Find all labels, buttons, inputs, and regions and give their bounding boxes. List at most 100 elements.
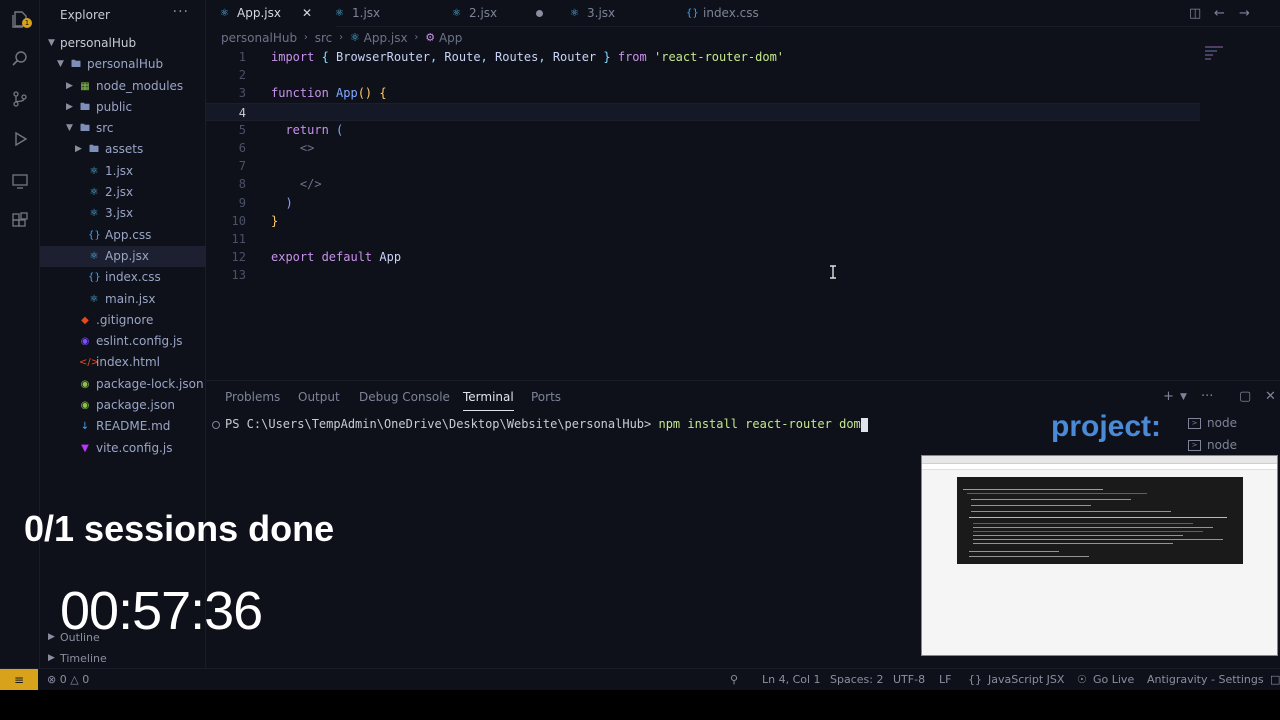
breadcrumb-item[interactable]: App.jsx [364, 31, 408, 45]
breadcrumb-item[interactable]: src [315, 31, 333, 45]
breadcrumb-item[interactable]: App [439, 31, 462, 45]
tree-item[interactable]: ⚛ 3.jsx [40, 203, 206, 224]
maximize-panel-icon[interactable]: ▢ [1239, 389, 1251, 404]
code-line[interactable]: 10} [206, 212, 1206, 230]
tab-label: 3.jsx [587, 6, 616, 20]
code-line[interactable]: 4 [206, 102, 1200, 121]
code-line[interactable]: 7 [206, 157, 1206, 175]
tree-item[interactable]: ◉ eslint.config.js [40, 331, 206, 352]
tab-2-jsx[interactable]: ⚛ 2.jsx [438, 0, 553, 27]
react-icon: ⚛ [89, 250, 99, 262]
extension-status[interactable]: Antigravity - Settings [1147, 669, 1264, 691]
encoding[interactable]: UTF-8 [893, 669, 925, 691]
extensions-icon[interactable] [11, 212, 29, 230]
eslint-icon: ◉ [80, 336, 90, 348]
tab-ports[interactable]: Ports [531, 390, 561, 404]
notifications-icon[interactable]: □ [1270, 669, 1280, 691]
indentation[interactable]: Spaces: 2 [830, 669, 883, 691]
tab-index-css[interactable]: {} index.css [672, 0, 787, 27]
close-icon[interactable]: ✕ [302, 0, 312, 27]
end-of-line[interactable]: LF [939, 669, 951, 691]
code-text: export default App [271, 250, 402, 265]
run-debug-icon[interactable] [11, 130, 29, 148]
code-text: <> [271, 141, 315, 155]
terminal-line[interactable]: PS C:\Users\TempAdmin\OneDrive\Desktop\W… [212, 417, 868, 432]
new-terminal-icon[interactable]: + [1163, 389, 1174, 404]
unsaved-dot-icon[interactable] [536, 10, 543, 17]
cursor-position[interactable]: Ln 4, Col 1 [762, 669, 821, 691]
terminal-icon: > [1188, 418, 1201, 429]
tab-app-jsx[interactable]: ⚛ App.jsx ✕ [206, 0, 336, 27]
code-line[interactable]: 1 import { BrowserRouter, Route, Routes, … [206, 48, 1206, 66]
tree-item[interactable]: ▼ 🖿 src [40, 118, 206, 139]
code-line[interactable]: 11 [206, 230, 1206, 248]
code-line[interactable]: 3 function App() { [206, 84, 1206, 102]
arrow-left-icon[interactable]: ← [1214, 6, 1225, 21]
tree-item[interactable]: ◉ package.json [40, 395, 206, 416]
tree-item[interactable]: ▼ vite.config.js [40, 438, 206, 459]
tree-item[interactable]: ⚛ App.jsx [40, 245, 206, 268]
tab-label: 2.jsx [469, 6, 498, 20]
tree-item[interactable]: ◆ .gitignore [40, 310, 206, 331]
tab-output[interactable]: Output [298, 390, 340, 404]
code-line[interactable]: 9 ) [206, 194, 1206, 212]
terminal-instance[interactable]: > node [1188, 438, 1278, 452]
minimap[interactable] [1205, 46, 1225, 66]
line-number: 13 [231, 268, 246, 283]
tree-item[interactable]: ⚛ main.jsx [40, 289, 206, 310]
search-icon[interactable] [11, 50, 29, 68]
code-line[interactable]: 8 </> [206, 175, 1206, 193]
close-panel-icon[interactable]: ✕ [1265, 389, 1276, 404]
timeline-label: Timeline [60, 652, 107, 665]
timer-overlay: 00:57:36 [60, 581, 263, 641]
tree-item-label: personalHub [87, 57, 164, 72]
split-editor-icon[interactable]: ◫ [1189, 6, 1201, 21]
tree-item[interactable]: ⚛ 2.jsx [40, 182, 206, 203]
zoom-icon[interactable]: ⚲ [730, 669, 738, 691]
chevron-down-icon: ▼ [57, 59, 64, 70]
tab-problems[interactable]: Problems [225, 390, 280, 404]
tree-item[interactable]: ▶ 🖿 assets [40, 139, 206, 160]
tree-item[interactable]: ▶ 🖿 public [40, 97, 206, 118]
remote-explorer-icon[interactable] [11, 172, 29, 190]
chevron-down-icon[interactable]: ▼ [1180, 392, 1187, 402]
more-actions-icon[interactable]: ··· [1201, 389, 1213, 404]
code-line[interactable]: 13 [206, 266, 1206, 284]
tree-item[interactable]: </> index.html [40, 352, 206, 373]
arrow-right-icon[interactable]: → [1239, 6, 1250, 21]
tree-item[interactable]: ▶ ▦ node_modules [40, 76, 206, 97]
tree-item[interactable]: ▼ personalHub [40, 33, 206, 54]
code-line[interactable]: 6 <> [206, 139, 1206, 157]
source-control-icon[interactable] [11, 90, 29, 108]
tree-item[interactable]: ↓ README.md [40, 416, 206, 437]
folder-icon: 🖿 [80, 101, 90, 113]
editor-tabs: ◫ ← → ⚛ App.jsx ✕ ⚛ 1.jsx ⚛ 2.jsx ⚛ 3.jsx {} index… [206, 0, 1280, 27]
tab-terminal[interactable]: Terminal [463, 390, 514, 411]
go-live-button[interactable]: Go Live [1093, 669, 1134, 691]
code-line[interactable]: 5 return ( [206, 121, 1206, 139]
breadcrumb: personalHub › src › ⚛ App.jsx › ⚙ App [221, 30, 462, 46]
errors-status[interactable]: ⊗ 0 △ 0 [47, 669, 89, 691]
breadcrumb-item[interactable]: personalHub [221, 31, 297, 45]
css-icon: {} [88, 272, 101, 284]
code-line[interactable]: 12 export default App [206, 248, 1206, 266]
tab-1-jsx[interactable]: ⚛ 1.jsx [321, 0, 421, 27]
tree-item[interactable]: {} index.css [40, 267, 206, 288]
code-editor[interactable]: 1 import { BrowserRouter, Route, Routes, … [206, 48, 1280, 378]
tree-item[interactable]: ▼ 🖿 personalHub [40, 54, 206, 75]
tree-item[interactable]: ⚛ 1.jsx [40, 161, 206, 182]
terminal-prompt: PS C:\Users\TempAdmin\OneDrive\Desktop\W… [225, 417, 659, 431]
line-number: 5 [238, 122, 246, 137]
tree-item[interactable]: {} App.css [40, 225, 206, 246]
tree-item[interactable]: ◉ package-lock.json [40, 374, 206, 395]
more-actions-icon[interactable]: ··· [173, 4, 189, 20]
tab-3-jsx[interactable]: ⚛ 3.jsx [556, 0, 671, 27]
timeline-section[interactable]: ▶ Timeline [40, 648, 206, 669]
language-mode[interactable]: JavaScript JSX [988, 669, 1064, 691]
terminal-icon: > [1188, 440, 1201, 451]
code-line[interactable]: 2 [206, 66, 1206, 84]
sessions-overlay: 0/1 sessions done [24, 508, 335, 549]
terminal-instance[interactable]: > node [1188, 416, 1278, 430]
remote-indicator-icon[interactable]: ≡ [0, 669, 38, 691]
tab-debug-console[interactable]: Debug Console [359, 390, 450, 404]
